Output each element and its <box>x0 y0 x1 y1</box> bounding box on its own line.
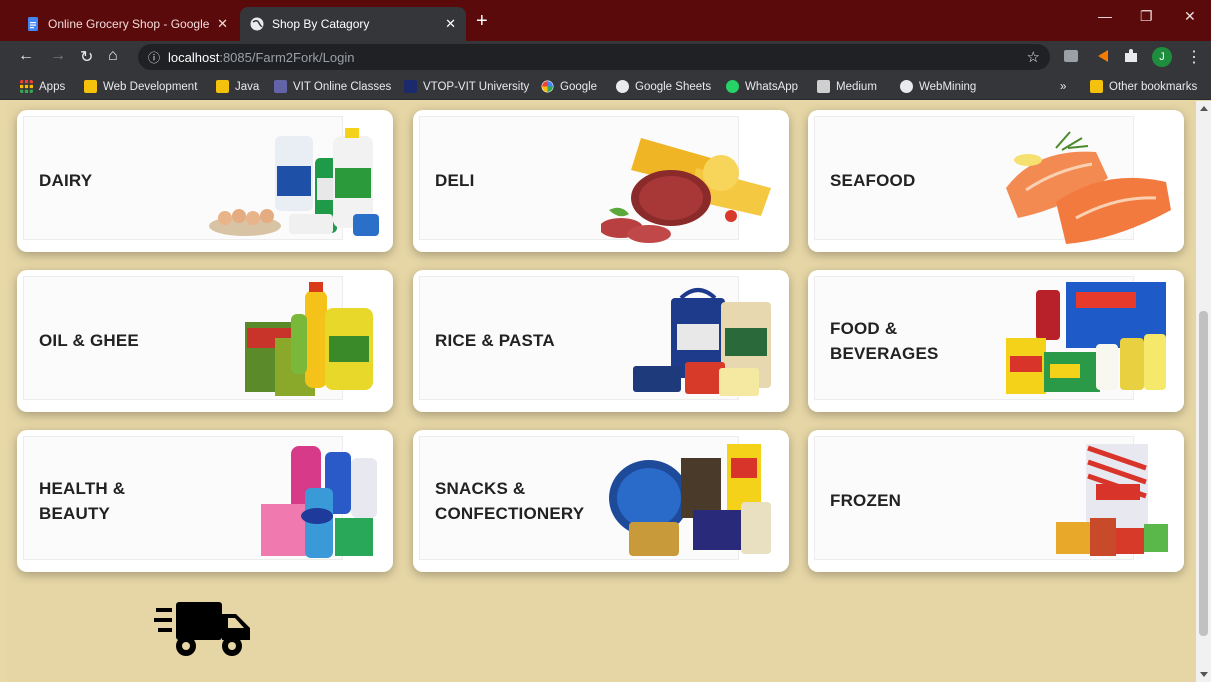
category-card-snacks-confectionery[interactable]: SNACKS & CONFECTIONERY <box>413 430 789 572</box>
reload-icon[interactable]: ↻ <box>80 47 93 67</box>
bookmark-medium[interactable]: Medium <box>817 78 877 95</box>
bookmark-label: Google <box>560 80 598 93</box>
minimize-icon[interactable]: — <box>1098 8 1112 24</box>
bookmark-label: WebMining <box>919 80 977 93</box>
globe-icon <box>900 80 913 93</box>
url-host: localhost <box>168 49 220 65</box>
folder-icon <box>1090 80 1103 93</box>
bookmark-label: VIT Online Classes <box>293 80 392 93</box>
delivery-truck-icon <box>154 602 250 656</box>
google-docs-icon <box>28 17 38 31</box>
bookmark-label: VTOP-VIT University <box>423 80 530 93</box>
bookmark-java[interactable]: Java <box>216 78 259 95</box>
new-tab-button[interactable]: + <box>476 10 488 33</box>
category-label: SEAFOOD <box>830 171 916 191</box>
deli-products-image <box>601 138 771 243</box>
forward-icon[interactable]: → <box>50 47 66 65</box>
back-icon[interactable]: ← <box>18 47 34 65</box>
restore-icon[interactable]: ❐ <box>1140 8 1153 25</box>
bookmark-label: WhatsApp <box>745 80 799 93</box>
category-card-seafood[interactable]: SEAFOOD <box>808 110 1184 252</box>
health-and-beauty-image <box>261 446 377 558</box>
apps-grid-icon <box>20 80 33 93</box>
medium-icon <box>817 80 830 93</box>
category-label: OIL & GHEE <box>39 331 139 351</box>
url-path: :8085/Farm2Fork/Login <box>219 49 355 65</box>
category-card-oil-ghee[interactable]: OIL & GHEE <box>17 270 393 412</box>
scroll-down-icon[interactable] <box>1200 672 1208 677</box>
home-icon[interactable]: ⌂ <box>108 47 118 65</box>
profile-avatar[interactable]: J <box>1152 47 1172 67</box>
seafood-image <box>1006 131 1171 244</box>
tab-online-grocery-shop[interactable]: Online Grocery Shop - Google Do ✕ <box>16 7 238 41</box>
category-label: HEALTH & BEAUTY <box>39 478 126 524</box>
bookmark-vtop[interactable]: VTOP-VIT University <box>404 78 529 95</box>
bookmark-label: Google Sheets <box>635 80 712 93</box>
category-label: DELI <box>435 171 475 191</box>
menu-icon[interactable]: ⋮ <box>1186 47 1202 67</box>
category-label: RICE & PASTA <box>435 331 555 351</box>
site-icon <box>404 80 417 93</box>
category-card-deli[interactable]: DELI <box>413 110 789 252</box>
oil-and-ghee-image <box>245 282 373 396</box>
google-icon <box>541 80 554 93</box>
frozen-foods-image <box>1056 444 1168 556</box>
category-card-food-beverages[interactable]: FOOD & BEVERAGES <box>808 270 1184 412</box>
address-bar[interactable]: ⓘ localhost:8085/Farm2Fork/Login ☆ <box>138 44 1050 70</box>
whatsapp-icon <box>726 80 739 93</box>
close-tab-icon[interactable]: ✕ <box>217 16 228 32</box>
browser-toolbar: ← → ↻ ⌂ ⓘ localhost:8085/Farm2Fork/Login… <box>0 41 1211 73</box>
bookmarks-overflow-button[interactable]: » <box>1060 78 1066 95</box>
category-card-dairy[interactable]: DAIRY <box>17 110 393 252</box>
puzzle-icon[interactable] <box>1122 47 1140 65</box>
category-label: SNACKS & CONFECTIONERY <box>435 478 585 524</box>
category-label: FOOD & BEVERAGES <box>830 318 939 364</box>
info-icon[interactable]: ⓘ <box>148 49 160 66</box>
bookmark-webmining[interactable]: WebMining <box>900 78 976 95</box>
bookmark-apps[interactable]: Apps <box>20 78 65 95</box>
extension-icon[interactable] <box>1062 47 1080 65</box>
snacks-and-confectionery-image <box>609 444 771 556</box>
bookmark-label: Java <box>235 80 260 93</box>
bookmark-star-icon[interactable]: ☆ <box>1027 48 1040 66</box>
other-bookmarks[interactable]: Other bookmarks <box>1090 78 1197 95</box>
browser-tab-strip: Online Grocery Shop - Google Do ✕ Shop B… <box>0 0 1211 41</box>
bookmark-label: Other bookmarks <box>1109 80 1198 93</box>
globe-icon <box>616 80 629 93</box>
category-label: FROZEN <box>830 491 902 511</box>
bookmark-google[interactable]: Google <box>541 78 597 95</box>
category-card-rice-pasta[interactable]: RICE & PASTA <box>413 270 789 412</box>
food-and-beverages-image <box>1006 282 1166 394</box>
close-tab-icon[interactable]: ✕ <box>445 16 456 32</box>
extension-icon[interactable] <box>1094 47 1112 65</box>
teams-icon <box>274 80 287 93</box>
bookmark-label: Web Development <box>103 80 198 93</box>
bookmark-label: Medium <box>836 80 877 93</box>
bookmark-google-sheets[interactable]: Google Sheets <box>616 78 711 95</box>
bookmark-whatsapp[interactable]: WhatsApp <box>726 78 798 95</box>
scroll-up-icon[interactable] <box>1200 106 1208 111</box>
folder-icon <box>216 80 229 93</box>
close-window-icon[interactable]: ✕ <box>1184 8 1196 25</box>
bookmark-label: Apps <box>39 80 66 93</box>
page-scrollbar[interactable] <box>1196 101 1211 682</box>
bookmark-web-development[interactable]: Web Development <box>84 78 197 95</box>
tab-title: Online Grocery Shop - Google Do <box>48 17 212 31</box>
category-card-health-beauty[interactable]: HEALTH & BEAUTY <box>17 430 393 572</box>
scroll-thumb[interactable] <box>1199 311 1208 636</box>
tab-shop-by-category[interactable]: Shop By Catagory ✕ <box>240 7 466 41</box>
rice-and-pasta-image <box>633 288 771 396</box>
globe-icon <box>250 17 264 31</box>
category-label: DAIRY <box>39 171 93 191</box>
page-content: DAIRY DELI SEAFOOD OIL & GHEE RICE & PAS… <box>6 101 1196 682</box>
dairy-products-image <box>209 128 379 236</box>
bookmark-vit-online-classes[interactable]: VIT Online Classes <box>274 78 391 95</box>
bookmarks-bar: Apps Web Development Java VIT Online Cla… <box>0 73 1211 100</box>
folder-icon <box>84 80 97 93</box>
tab-title: Shop By Catagory <box>272 17 370 31</box>
category-card-frozen[interactable]: FROZEN <box>808 430 1184 572</box>
